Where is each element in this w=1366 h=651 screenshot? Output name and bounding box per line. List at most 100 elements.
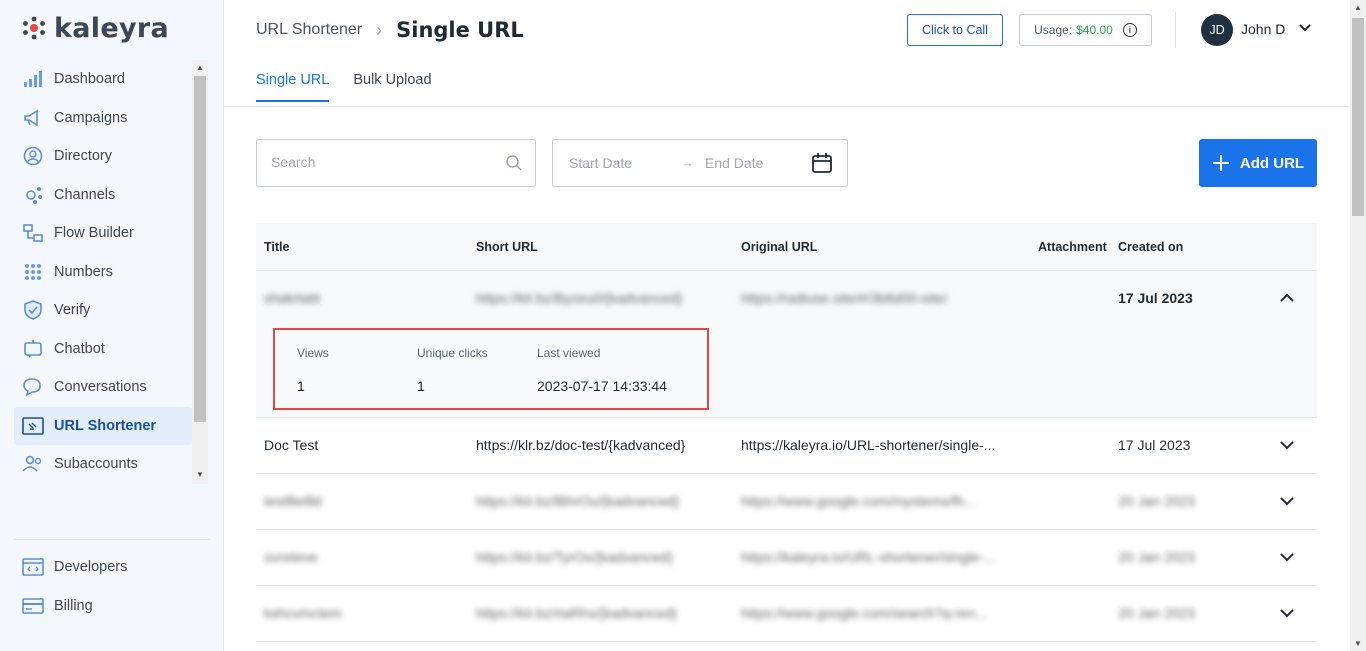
chevron-down-icon[interactable] <box>1278 548 1296 566</box>
row-original-url[interactable]: https://radiuse.site/#/3b8d00-site/ <box>741 290 947 306</box>
sidebar-item-label: URL Shortener <box>54 417 157 434</box>
scroll-down-icon[interactable]: ▼ <box>1354 639 1362 648</box>
sidebar-item-campaigns[interactable]: Campaigns <box>14 99 192 138</box>
usage-label: Usage: <box>1034 23 1073 37</box>
row-title: Doc Test <box>264 437 319 453</box>
scroll-up-icon[interactable]: ▲ <box>196 63 204 72</box>
row-created-on: 20 Jan 2023 <box>1118 549 1196 565</box>
row-title: shakrlatit <box>264 290 321 306</box>
chevron-down-icon[interactable] <box>1297 20 1313 36</box>
tab-bulk-upload[interactable]: Bulk Upload <box>353 72 431 102</box>
sidebar-item-conversations[interactable]: Conversations <box>14 368 192 407</box>
unique-clicks-label: Unique clicks <box>417 346 488 360</box>
channels-icon <box>22 184 44 206</box>
flow-builder-icon <box>22 222 44 244</box>
chevron-down-icon[interactable] <box>1278 436 1296 454</box>
row-title: ovreteve <box>264 549 318 565</box>
date-range-picker[interactable]: Start Date → End Date <box>552 139 848 187</box>
row-original-url[interactable]: https://www.google.com/search?q-ren... <box>741 605 987 621</box>
usage-amount: $40.00 <box>1076 23 1113 37</box>
table-row[interactable]: Doc Test https://klr.bz/doc-test/{kadvan… <box>256 418 1317 474</box>
url-table: Title Short URL Original URL Attachment … <box>256 223 1317 642</box>
main-scrollbar[interactable]: ▲ ▼ <box>1350 0 1366 651</box>
end-date-field[interactable]: End Date <box>705 155 763 171</box>
avatar[interactable]: JD <box>1201 14 1233 46</box>
tab-single-url[interactable]: Single URL <box>256 72 330 102</box>
column-header-created-on: Created on <box>1118 239 1184 254</box>
scroll-down-icon[interactable]: ▼ <box>196 470 204 479</box>
usage-indicator[interactable]: Usage: $40.00 i <box>1019 14 1152 46</box>
row-short-url[interactable]: https://klr.bz/rtaRhs/{kadvanced} <box>476 605 677 621</box>
billing-icon <box>22 595 44 617</box>
numbers-icon <box>22 261 44 283</box>
url-stats-panel: Views Unique clicks Last viewed 1 1 2023… <box>273 328 709 410</box>
brand-name: kaleyra <box>54 12 169 44</box>
sidebar-scroll-thumb[interactable] <box>194 76 206 422</box>
row-original-url[interactable]: https://kaleyra.io/URL-shortener/single-… <box>741 437 995 453</box>
sidebar-item-label: Developers <box>54 559 128 576</box>
unique-clicks-value: 1 <box>417 378 425 394</box>
expanded-row-main: shakrlatit https://klr.bz/Byzeu0/{kadvan… <box>256 271 1317 327</box>
sidebar-item-label: Directory <box>54 148 113 165</box>
sidebar-item-chatbot[interactable]: Chatbot <box>14 330 192 369</box>
calendar-icon[interactable] <box>811 152 833 174</box>
sidebar-scrollbar[interactable]: ▲ ▼ <box>192 60 208 484</box>
add-url-button[interactable]: Add URL <box>1199 139 1317 187</box>
search-box[interactable] <box>256 139 536 187</box>
info-icon[interactable]: i <box>1122 23 1137 37</box>
row-original-url[interactable]: https://www.google.com/mystems/fh... <box>741 493 976 509</box>
dashboard-icon <box>22 68 44 90</box>
sidebar-item-directory[interactable]: Directory <box>14 137 192 176</box>
table-row[interactable]: kshcvmctem https://klr.bz/rtaRhs/{kadvan… <box>256 586 1317 642</box>
sidebar-item-label: Verify <box>54 302 91 319</box>
sidebar-item-label: Conversations <box>54 379 147 396</box>
chevron-down-icon[interactable] <box>1278 604 1296 622</box>
header-divider <box>1175 12 1176 48</box>
page-header: URL Shortener › Single URL Click to Call… <box>224 0 1350 107</box>
sidebar-item-billing[interactable]: Billing <box>14 587 192 626</box>
sidebar-item-flow-builder[interactable]: Flow Builder <box>14 214 192 253</box>
sidebar-divider <box>14 539 210 540</box>
sidebar-item-label: Dashboard <box>54 71 125 88</box>
brand-logo[interactable]: kaleyra <box>22 12 169 44</box>
user-name[interactable]: John D <box>1241 21 1285 37</box>
row-created-on: 20 Jan 2023 <box>1118 493 1196 509</box>
plus-icon <box>1212 155 1229 171</box>
url-shortener-icon <box>22 415 44 437</box>
row-created-on: 17 Jul 2023 <box>1118 290 1193 306</box>
search-input[interactable] <box>271 154 491 170</box>
sidebar-item-channels[interactable]: Channels <box>14 176 192 215</box>
row-short-url[interactable]: https://klr.bz/doc-test/{kadvanced} <box>476 437 685 453</box>
chevron-right-icon: › <box>376 19 383 40</box>
click-to-call-button[interactable]: Click to Call <box>907 14 1003 46</box>
search-icon <box>506 155 522 171</box>
sidebar-item-label: Campaigns <box>54 109 128 126</box>
sidebar-item-verify[interactable]: Verify <box>14 291 192 330</box>
sidebar-item-subaccounts[interactable]: Subaccounts <box>14 445 192 484</box>
app-root: kaleyra Dashboard Campaigns Directory Ch… <box>0 0 1366 651</box>
table-row[interactable]: testlltellld https://klr.bz/lBhrOu/{kadv… <box>256 474 1317 530</box>
scroll-up-icon[interactable]: ▲ <box>1354 3 1362 12</box>
breadcrumb-parent[interactable]: URL Shortener <box>256 21 362 39</box>
shield-icon <box>22 299 44 321</box>
sidebar-item-numbers[interactable]: Numbers <box>14 253 192 292</box>
sidebar-item-url-shortener[interactable]: URL Shortener <box>14 406 192 445</box>
main-scroll-thumb[interactable] <box>1352 18 1364 216</box>
row-short-url[interactable]: https://klr.bz/lBhrOu/{kadvanced} <box>476 493 679 509</box>
sidebar-item-developers[interactable]: Developers <box>14 548 192 587</box>
row-short-url[interactable]: https://klr.bz/Byzeu0/{kadvanced} <box>476 290 682 306</box>
row-original-url[interactable]: https://kaleyra.io/URL-shortener/single-… <box>741 549 995 565</box>
chevron-down-icon[interactable] <box>1278 492 1296 510</box>
add-url-label: Add URL <box>1239 154 1305 172</box>
start-date-field[interactable]: Start Date <box>569 155 632 171</box>
chevron-up-icon[interactable] <box>1278 289 1296 307</box>
column-header-short-url: Short URL <box>476 239 538 254</box>
megaphone-icon <box>22 107 44 129</box>
directory-icon <box>22 145 44 167</box>
row-short-url[interactable]: https://klr.bz/TyrOx/{kadvanced} <box>476 549 673 565</box>
table-row[interactable]: ovreteve https://klr.bz/TyrOx/{kadvanced… <box>256 530 1317 586</box>
kaleyra-logo-icon <box>23 16 45 40</box>
sidebar-item-label: Subaccounts <box>54 456 138 473</box>
sidebar-item-label: Channels <box>54 186 116 203</box>
sidebar-item-dashboard[interactable]: Dashboard <box>14 60 192 99</box>
